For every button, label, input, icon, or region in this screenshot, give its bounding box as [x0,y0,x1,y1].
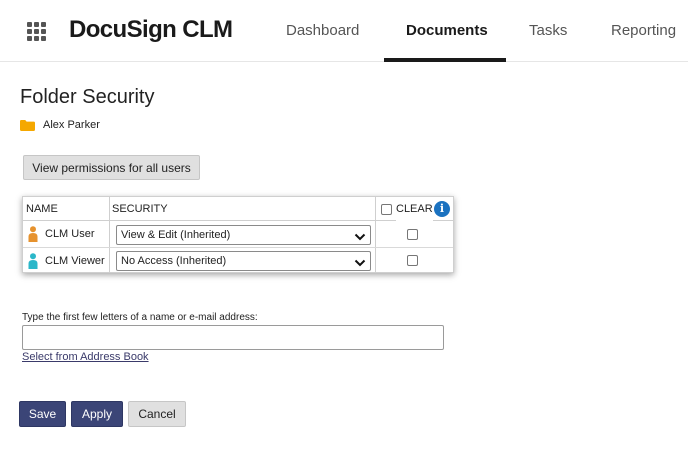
app-launcher-grid-icon[interactable] [27,22,46,41]
save-button[interactable]: Save [19,401,66,427]
clear-checkbox-clm-viewer[interactable] [407,255,418,266]
folder-breadcrumb: Alex Parker [20,118,100,132]
cancel-button[interactable]: Cancel [128,401,186,427]
user-icon [28,226,38,242]
table-row-name: CLM User [28,222,95,246]
top-navigation-bar: DocuSign CLM Dashboard Documents Tasks R… [0,0,688,62]
user-name: CLM Viewer [45,255,105,267]
column-header-clear: CLEAR [396,197,433,221]
user-icon [28,253,38,269]
column-header-name: NAME [26,197,58,221]
column-divider [109,197,110,272]
tab-tasks[interactable]: Tasks [529,0,567,62]
select-from-address-book-link[interactable]: Select from Address Book [22,351,149,363]
active-tab-indicator [384,58,506,62]
clear-all-checkbox[interactable] [381,204,392,215]
docusign-clm-logo[interactable]: DocuSign CLM [69,16,233,44]
user-lookup-input[interactable] [22,325,444,350]
security-select-clm-viewer[interactable]: No Access (Inherited) [116,251,371,271]
clear-checkbox-clm-user[interactable] [407,229,418,240]
tab-dashboard[interactable]: Dashboard [286,0,359,62]
column-divider [375,197,376,272]
tab-documents[interactable]: Documents [406,0,488,62]
user-name: CLM User [45,228,95,240]
chevron-down-icon [354,230,366,241]
page-title: Folder Security [20,86,155,108]
folder-owner-name: Alex Parker [43,119,100,131]
column-header-security: SECURITY [112,197,168,221]
chevron-down-icon [354,256,366,267]
folder-icon [20,119,35,131]
info-icon[interactable]: i [434,201,450,217]
tab-reporting[interactable]: Reporting [611,0,676,62]
view-permissions-all-users-button[interactable]: View permissions for all users [23,155,200,180]
row-divider [23,247,453,248]
permissions-table: NAME SECURITY CLEAR i CLM User View & Ed… [22,196,454,273]
user-lookup-label: Type the first few letters of a name or … [22,312,258,323]
security-select-value: No Access (Inherited) [121,255,227,267]
security-select-value: View & Edit (Inherited) [121,229,231,241]
security-select-clm-user[interactable]: View & Edit (Inherited) [116,225,371,245]
apply-button[interactable]: Apply [71,401,123,427]
table-row-name: CLM Viewer [28,249,105,273]
